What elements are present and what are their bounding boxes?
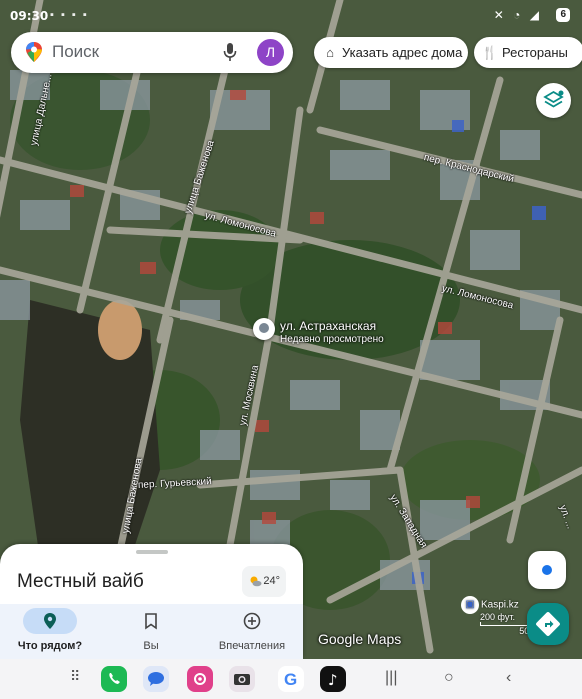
chip-restaurants[interactable]: 🍴 Рестораны — [474, 37, 582, 68]
partly-sunny-icon — [250, 576, 262, 587]
tab-you-label: Вы — [143, 640, 159, 652]
add-circle-icon — [243, 612, 261, 630]
home-icon: ⌂ — [326, 45, 334, 60]
chip-home-address[interactable]: ⌂ Указать адрес дома — [314, 37, 468, 68]
my-location-button[interactable] — [528, 551, 566, 589]
place-title: ул. Астраханская — [280, 319, 377, 333]
chip-home-label: Указать адрес дома — [342, 45, 463, 60]
tab-nearby-label: Что рядом? — [17, 640, 83, 652]
recent-place-icon — [253, 318, 275, 340]
tab-nearby[interactable]: Что рядом? — [0, 604, 100, 659]
business-label: Kaspi.kz — [481, 599, 519, 611]
weather-chip[interactable]: 24° — [242, 566, 286, 597]
gallery-icon[interactable] — [187, 666, 213, 692]
svg-text:♪: ♪ — [328, 671, 338, 689]
system-nav-bar: ⠿ G ♪ ||| ○ ‹ — [0, 659, 582, 699]
home-button[interactable]: ○ — [444, 669, 454, 687]
search-bar[interactable]: Поиск Л — [11, 32, 293, 73]
messages-icon[interactable] — [143, 666, 169, 692]
weather-temp: 24° — [263, 575, 280, 587]
layers-icon — [543, 90, 564, 108]
search-input[interactable]: Поиск — [52, 42, 99, 62]
bookmark-icon — [145, 613, 157, 630]
notification-icons: ▪ ▪ ▪ ▪ — [50, 9, 89, 21]
microphone-icon[interactable] — [223, 42, 237, 62]
google-icon[interactable]: G — [278, 666, 304, 692]
directions-button[interactable] — [527, 603, 569, 645]
tab-impressions[interactable]: Впечатления — [202, 604, 302, 659]
bottom-tabs: Что рядом? Вы Впечатления — [0, 604, 303, 659]
bottom-sheet[interactable]: Местный вайб 24° Что рядом? Вы Впечатлен… — [0, 544, 303, 659]
place-subtitle: Недавно просмотрено — [280, 334, 384, 345]
google-maps-pin-icon — [26, 42, 42, 62]
tiktok-icon[interactable]: ♪ — [320, 666, 346, 692]
account-avatar[interactable]: Л — [257, 39, 284, 66]
my-location-icon — [540, 563, 554, 577]
phone-icon[interactable] — [101, 666, 127, 692]
google-maps-watermark: Google Maps — [318, 631, 402, 647]
sheet-drag-handle[interactable] — [136, 550, 168, 554]
chip-restaurants-label: Рестораны — [502, 45, 568, 60]
recent-apps-button[interactable]: ||| — [385, 669, 397, 687]
camera-icon[interactable] — [229, 666, 255, 692]
tab-impressions-label: Впечатления — [218, 640, 286, 652]
svg-text:G: G — [284, 670, 297, 689]
store-icon: ▣ — [461, 596, 479, 614]
tab-you[interactable]: Вы — [101, 604, 201, 659]
status-bar: 09:30 ▪ ▪ ▪ ▪ ✕ ◔ ◢ 6 — [0, 0, 582, 34]
directions-icon — [536, 612, 560, 636]
restaurant-icon: 🍴 — [481, 45, 499, 60]
layers-button[interactable] — [536, 83, 571, 118]
back-button[interactable]: ‹ — [506, 669, 511, 687]
battery-indicator: 6 — [556, 8, 570, 22]
sheet-title: Местный вайб — [17, 571, 144, 592]
apps-grid-icon[interactable]: ⠿ — [70, 668, 80, 685]
signal-wifi-icons: ✕ ◔ ◢ — [493, 8, 542, 22]
location-pin-icon — [44, 613, 56, 629]
status-time: 09:30 — [10, 9, 49, 23]
